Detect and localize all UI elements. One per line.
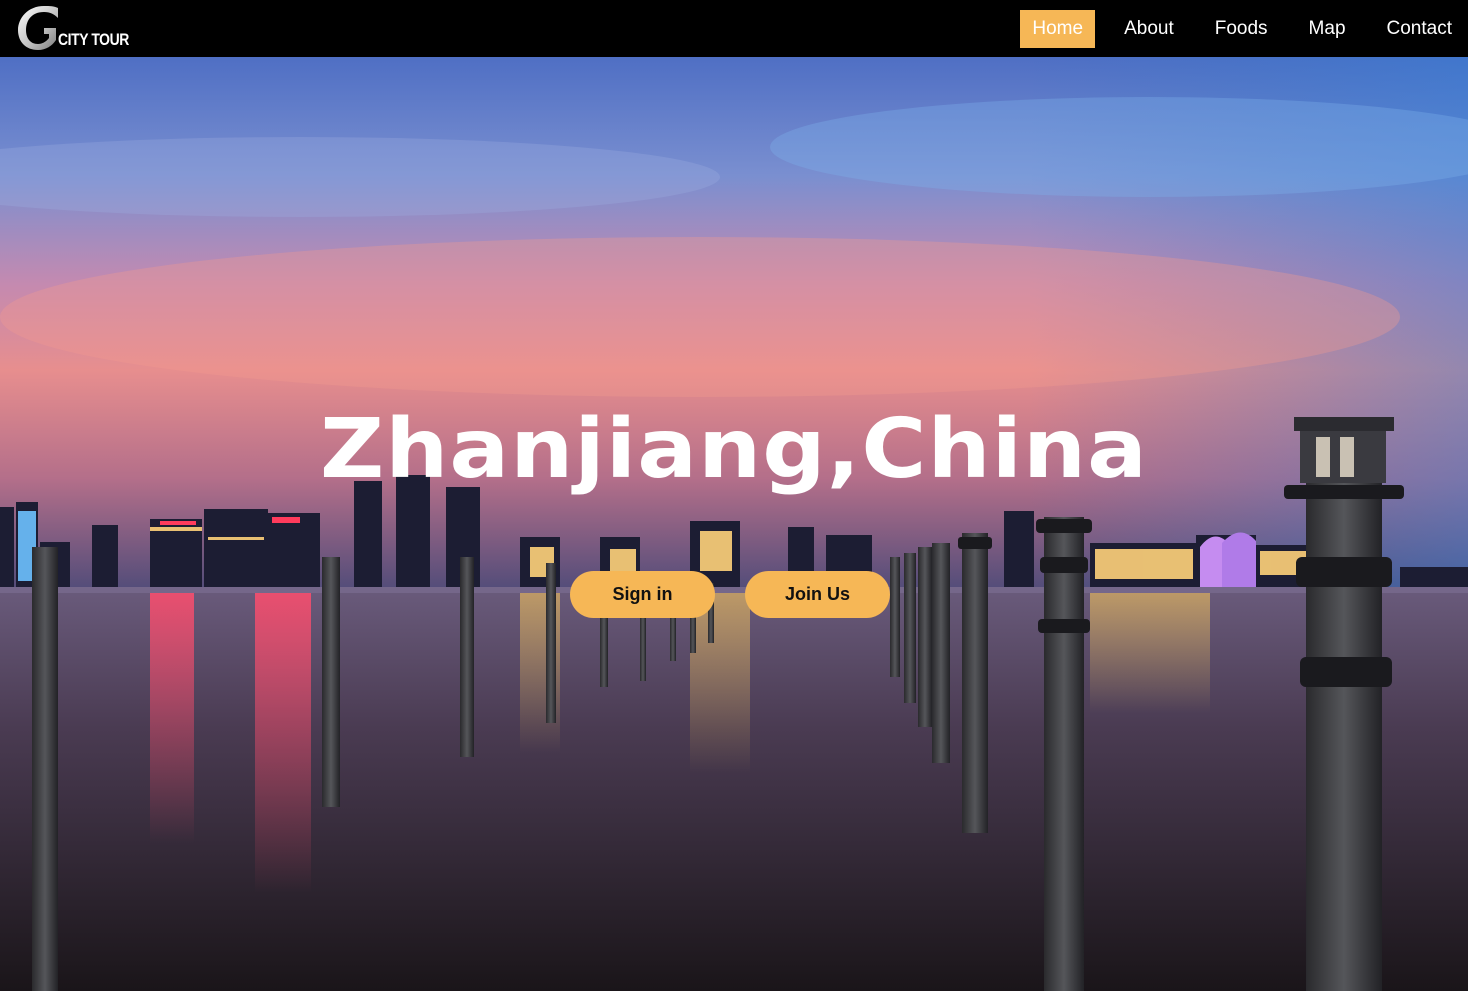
hero-background-image — [0, 57, 1468, 991]
nav-map[interactable]: Map — [1297, 10, 1358, 48]
join-us-button[interactable]: Join Us — [745, 571, 890, 618]
nav-home[interactable]: Home — [1020, 9, 1096, 48]
top-navbar: CITY TOUR Home About Foods Map Contact — [0, 0, 1468, 57]
main-nav: Home About Foods Map Contact — [1020, 0, 1468, 57]
hero-title: Zhanjiang,China — [319, 402, 1149, 497]
hero-section: Zhanjiang,China Sign in Join Us — [0, 57, 1468, 991]
hero-actions: Sign in Join Us — [570, 571, 890, 618]
sign-in-button[interactable]: Sign in — [570, 571, 715, 618]
logo-g-mark — [18, 6, 58, 50]
logo-text: CITY TOUR — [58, 30, 129, 49]
nav-foods[interactable]: Foods — [1203, 10, 1280, 48]
nav-contact[interactable]: Contact — [1375, 10, 1464, 48]
nav-about[interactable]: About — [1112, 10, 1186, 48]
city-tour-logo[interactable]: CITY TOUR — [14, 2, 134, 52]
